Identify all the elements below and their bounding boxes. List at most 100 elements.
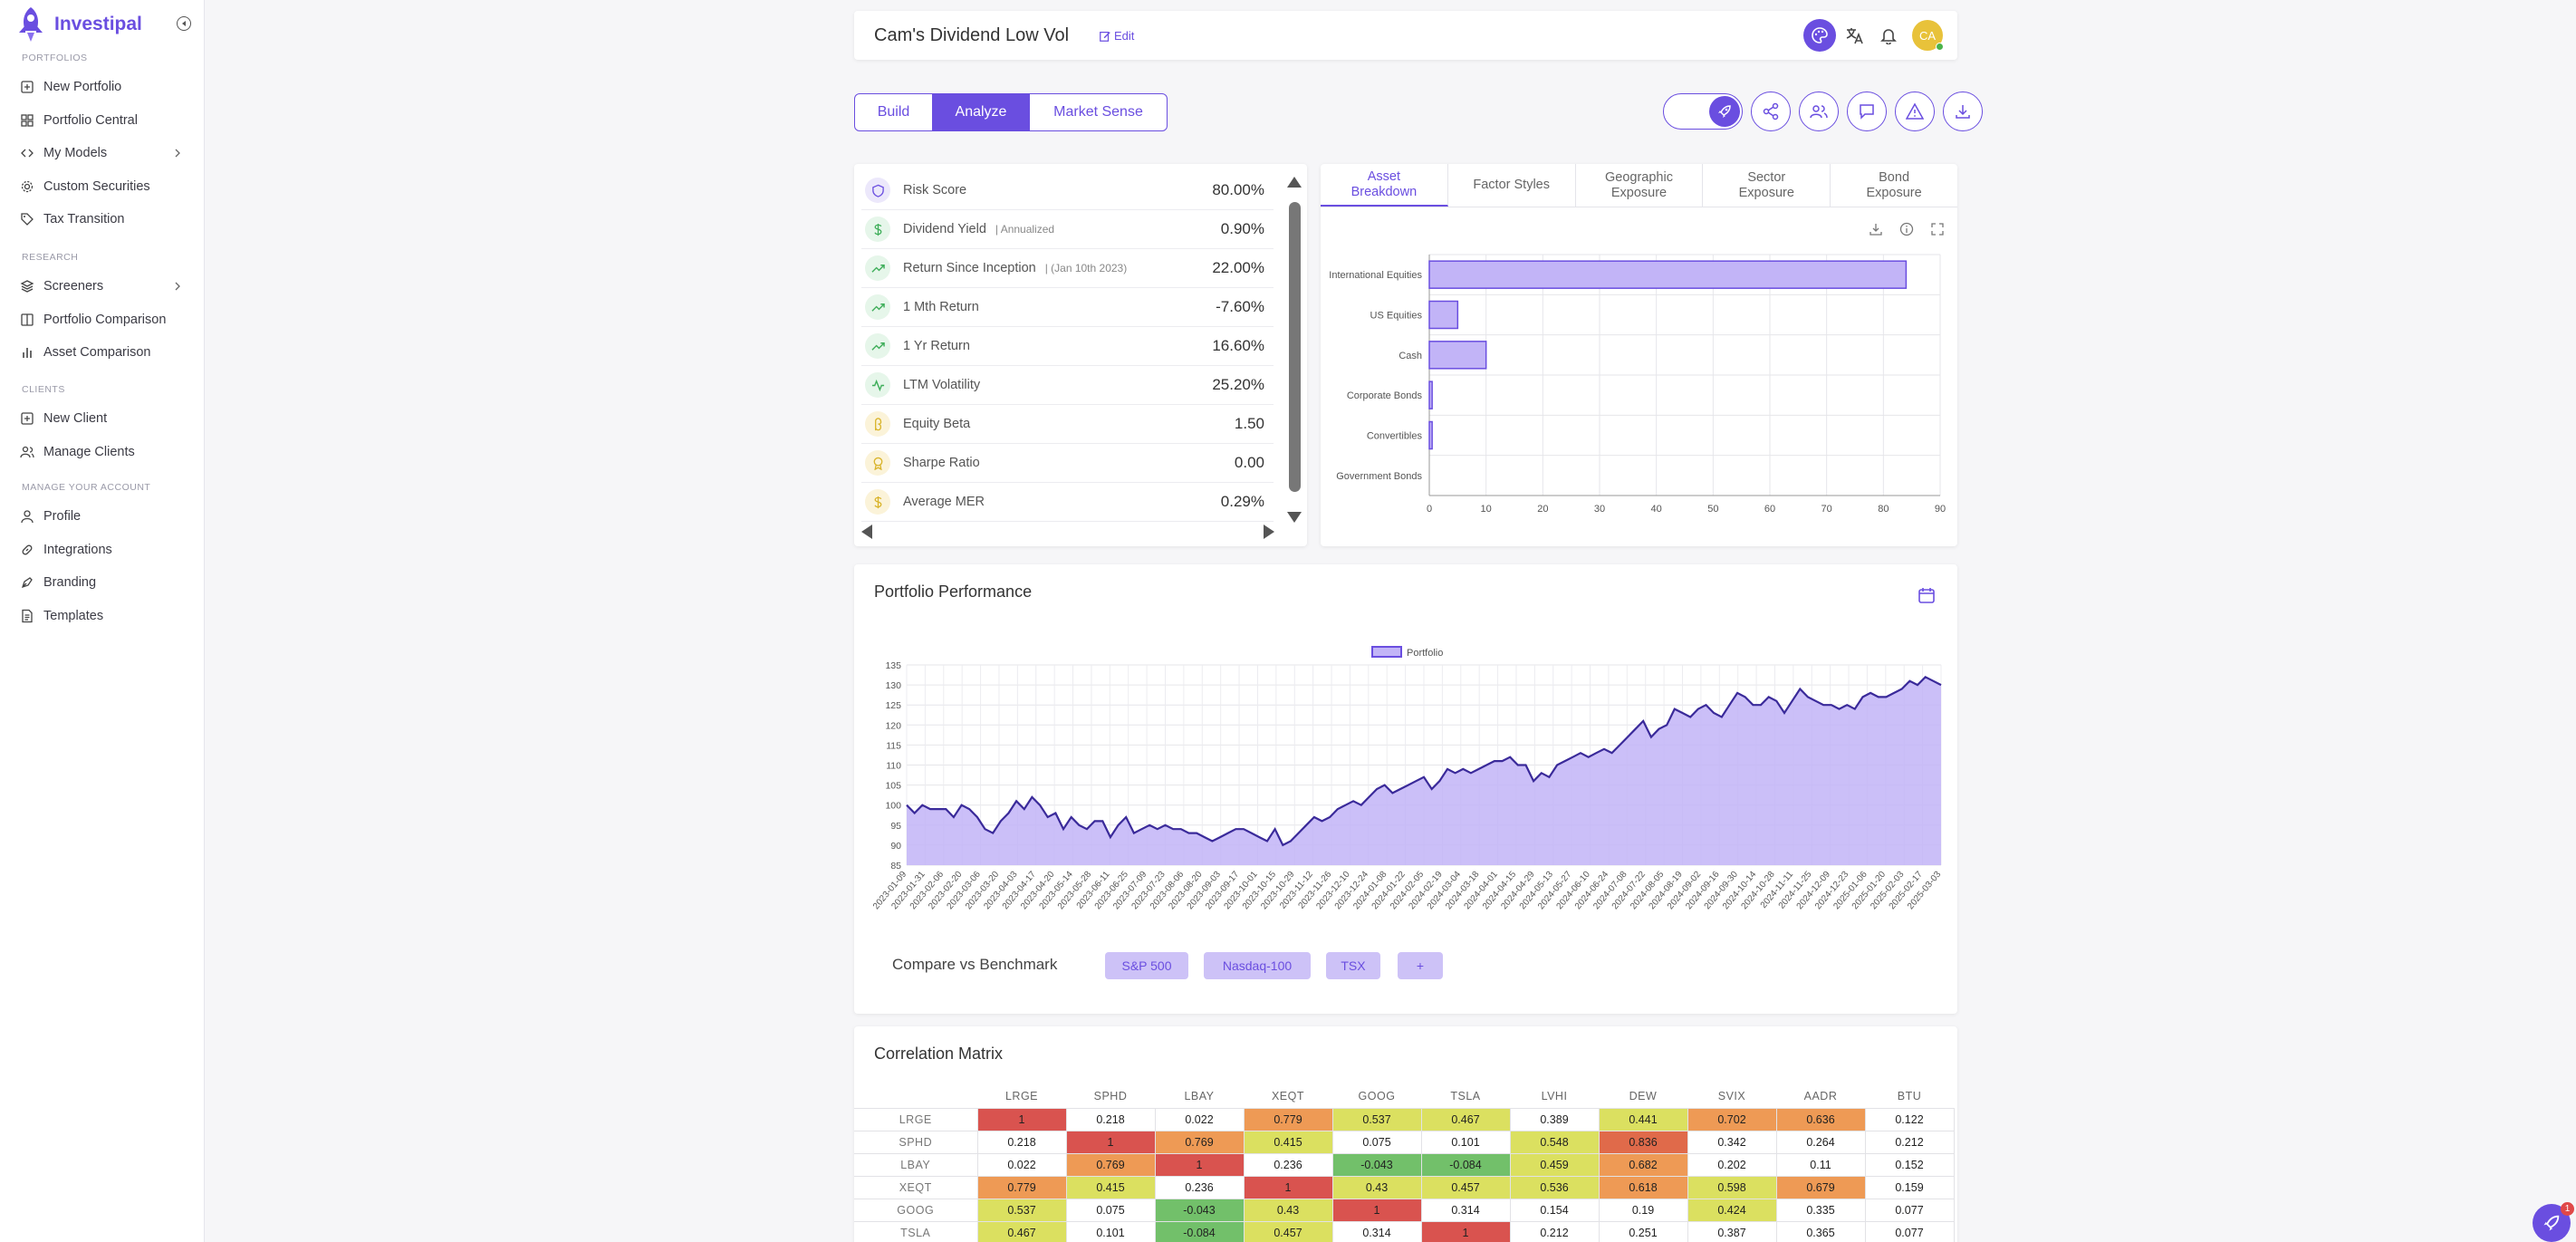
chevron-right-icon <box>175 149 180 158</box>
scroll-down-arrow[interactable] <box>1287 512 1302 523</box>
sidebar-item-label: Integrations <box>43 542 112 557</box>
sidebar-item-label: Custom Securities <box>43 178 150 194</box>
y-category-label: Cash <box>1399 351 1422 361</box>
bar-cash[interactable] <box>1428 341 1487 370</box>
rocket-toggle[interactable] <box>1663 93 1743 130</box>
sidebar-item-portfolio-comparison[interactable]: Portfolio Comparison <box>20 306 183 333</box>
scroll-thumb[interactable] <box>1289 202 1301 492</box>
sidebar-item-my-models[interactable]: My Models <box>20 140 183 167</box>
correlation-cell: 0.548 <box>1509 1130 1600 1154</box>
x-tick-label: 60 <box>1764 504 1775 515</box>
bar-corporate-bonds[interactable] <box>1428 380 1433 409</box>
help-chat-button[interactable]: 1 <box>2533 1202 2574 1242</box>
correlation-cell: 0.682 <box>1598 1152 1688 1177</box>
stat-sublabel: | Annualized <box>995 223 1055 236</box>
comments-button[interactable] <box>1847 91 1887 131</box>
notification-badge: 1 <box>2561 1202 2574 1216</box>
correlation-cell: -0.043 <box>1154 1198 1245 1222</box>
sidebar-item-manage-clients[interactable]: Manage Clients <box>20 438 183 466</box>
award-icon <box>865 450 890 476</box>
share-icon <box>1763 102 1779 120</box>
correlation-header-row: LRGE SPHD LBAY XEQT GOOG TSLA LVHI DEW SVIX AADR B… <box>854 1085 1954 1108</box>
edit-title-link[interactable]: Edit <box>1099 29 1134 43</box>
benchmark-button-s-p-500[interactable]: S&P 500 <box>1105 952 1188 979</box>
tab-build[interactable]: Build <box>855 94 933 130</box>
correlation-cell: 0.218 <box>1065 1107 1156 1131</box>
y-tick-label: 90 <box>890 841 901 852</box>
correlation-cell: 0.077 <box>1864 1198 1955 1222</box>
correlation-cell: -0.043 <box>1331 1152 1422 1177</box>
plus-square-icon <box>21 81 34 93</box>
column-header: LRGE <box>1004 1090 1039 1103</box>
correlation-cell: 0.101 <box>1065 1220 1156 1242</box>
sidebar-item-screeners[interactable]: Screeners <box>20 273 183 300</box>
tab-analyze[interactable]: Analyze <box>933 94 1030 130</box>
correlation-cell: 0.236 <box>1243 1152 1333 1177</box>
sidebar-item-portfolio-central[interactable]: Portfolio Central <box>20 107 183 134</box>
download-button[interactable] <box>1943 91 1983 131</box>
sidebar-item-custom-securities[interactable]: Custom Securities <box>20 173 183 200</box>
tag-icon <box>21 213 34 226</box>
notifications-button[interactable] <box>1872 19 1905 52</box>
user-avatar[interactable]: CA <box>1912 20 1944 51</box>
row-header: LBAY <box>854 1152 978 1177</box>
column-header: BTU <box>1897 1090 1922 1103</box>
sidebar-section-label: CLIENTS <box>22 384 65 395</box>
correlation-cell: 0.251 <box>1598 1220 1688 1242</box>
stat-value: 80.00% <box>1212 181 1264 198</box>
assign-clients-button[interactable] <box>1799 91 1839 131</box>
correlation-cell: 1 <box>1154 1152 1245 1177</box>
column-header: LBAY <box>1184 1090 1215 1103</box>
correlation-cell: 0.365 <box>1775 1220 1866 1242</box>
benchmark-button-nasdaq-100[interactable]: Nasdaq-100 <box>1204 952 1311 979</box>
sidebar-item-label: New Client <box>43 411 108 426</box>
sidebar-item-label: Templates <box>43 608 104 623</box>
sidebar-item-new-client[interactable]: New Client <box>20 405 183 432</box>
brand-logo[interactable]: Investipal <box>14 4 142 45</box>
bar-international-equities[interactable] <box>1428 260 1908 289</box>
header-icons: CA <box>1803 19 1944 52</box>
sidebar-item-templates[interactable]: Templates <box>20 602 183 630</box>
benchmark-button-add[interactable]: + <box>1398 952 1443 979</box>
sidebar-item-label: Tax Transition <box>43 212 125 227</box>
x-tick-label: 0 <box>1427 504 1432 515</box>
tab-market-sense[interactable]: Market Sense <box>1030 94 1167 130</box>
sidebar-item-asset-comparison[interactable]: Asset Comparison <box>20 339 183 366</box>
stats-vertical-scrollbar[interactable] <box>1287 177 1302 523</box>
column-header: XEQT <box>1271 1090 1305 1103</box>
sidebar-section-label: MANAGE YOUR ACCOUNT <box>22 482 151 493</box>
correlation-cell: 0.457 <box>1420 1175 1511 1199</box>
correlation-cell: 0.022 <box>976 1152 1067 1177</box>
translate-button[interactable] <box>1838 19 1870 52</box>
columns-icon <box>21 313 34 326</box>
benchmark-button-tsx[interactable]: TSX <box>1326 952 1380 979</box>
correlation-cell: 0.424 <box>1687 1198 1777 1222</box>
correlation-cell: 0.457 <box>1243 1220 1333 1242</box>
x-tick-label: 70 <box>1821 504 1832 515</box>
collapse-sidebar-button[interactable] <box>177 16 191 31</box>
scroll-right-arrow[interactable] <box>1264 525 1274 539</box>
shield-icon <box>865 178 890 203</box>
bar-convertibles[interactable] <box>1428 420 1433 450</box>
share-button[interactable] <box>1751 91 1791 131</box>
rocket-logo-icon <box>19 7 43 42</box>
correlation-cell: 0.236 <box>1154 1175 1245 1199</box>
sidebar-item-integrations[interactable]: Integrations <box>20 536 183 563</box>
y-tick-label: 125 <box>885 700 901 711</box>
edit-label: Edit <box>1114 29 1135 43</box>
correlation-cell: -0.084 <box>1154 1220 1245 1242</box>
sidebar-item-profile[interactable]: Profile <box>20 503 183 530</box>
sidebar-item-branding[interactable]: Branding <box>20 569 183 596</box>
stat-value: 22.00% <box>1212 259 1264 276</box>
theme-palette-button[interactable] <box>1803 19 1836 52</box>
scroll-up-arrow[interactable] <box>1287 177 1302 188</box>
alerts-button[interactable] <box>1895 91 1935 131</box>
stat-label: 1 Yr Return <box>903 339 970 353</box>
online-status-dot <box>1936 43 1944 51</box>
correlation-matrix-panel: Correlation Matrix LRGE SPHD LBAY XEQT GOOG T… <box>854 1026 1957 1242</box>
bar-us-equities[interactable] <box>1428 300 1459 330</box>
sidebar-item-tax-transition[interactable]: Tax Transition <box>20 206 183 233</box>
scroll-left-arrow[interactable] <box>861 525 872 539</box>
sidebar-item-new-portfolio[interactable]: New Portfolio <box>20 73 183 101</box>
y-category-label: International Equities <box>1329 270 1422 281</box>
